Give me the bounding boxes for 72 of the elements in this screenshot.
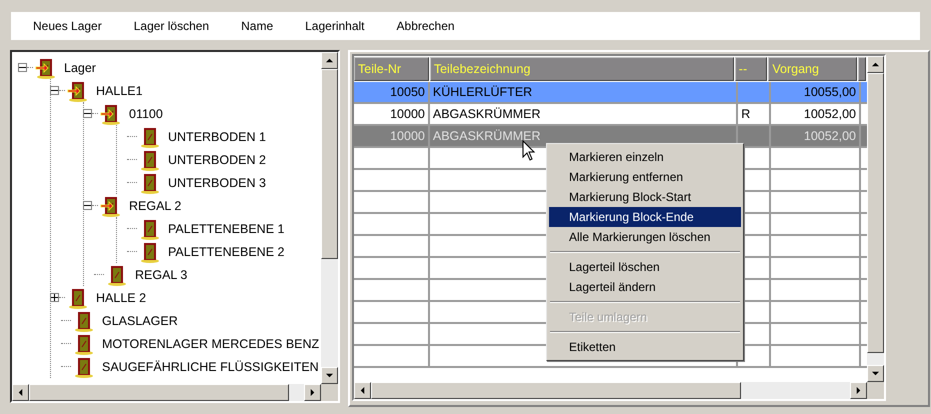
tree-item[interactable]: PALETTENEBENE 2 (167, 244, 286, 258)
door-icon (73, 332, 95, 354)
scroll-right-icon[interactable] (304, 384, 321, 401)
door-arrow-icon (67, 80, 89, 102)
collapse-icon[interactable] (83, 109, 92, 118)
tree-item[interactable]: UNTERBODEN 3 (167, 176, 267, 190)
scroll-down-icon[interactable] (321, 367, 338, 384)
column-header[interactable] (858, 57, 866, 81)
menu-item[interactable]: Markierung entfernen (549, 167, 741, 187)
scrollbar-corner (321, 384, 338, 401)
expand-icon[interactable] (50, 293, 59, 302)
toolbar-button[interactable]: Lager löschen (124, 15, 220, 37)
tree-item[interactable]: GLASLAGER (101, 314, 179, 328)
scroll-right-icon[interactable] (850, 382, 867, 399)
tree-item[interactable]: SAUGEFÄHRLICHE FLÜSSIGKEITEN (101, 360, 320, 374)
tree-item[interactable]: PALETTENEBENE 1 (167, 222, 286, 236)
tree-item[interactable]: UNTERBODEN 1 (167, 130, 267, 144)
table-cell: 10055,00 (771, 82, 862, 104)
tree-item[interactable]: REGAL 2 (128, 198, 182, 212)
menu-item[interactable]: Markieren einzeln (549, 147, 741, 167)
grid-row[interactable]: 10050 KÜHLERLÜFTER 10055,00 (354, 82, 867, 104)
door-icon (139, 148, 161, 170)
menu-item[interactable]: Alle Markierungen löschen (549, 227, 741, 247)
tree-item[interactable]: Lager (63, 60, 97, 74)
scroll-up-icon[interactable] (867, 56, 884, 73)
tree-item[interactable]: REGAL 3 (134, 268, 188, 282)
menu-item[interactable]: Lagerteil löschen (549, 257, 741, 277)
scrollbar-thumb[interactable] (371, 382, 741, 399)
scroll-down-icon[interactable] (867, 365, 884, 382)
door-icon (139, 172, 161, 194)
table-cell (738, 82, 772, 104)
horizontal-scrollbar[interactable] (354, 382, 884, 399)
door-icon (67, 286, 89, 308)
toolbar-button[interactable]: Neues Lager (23, 15, 112, 37)
table-cell: 10000 (354, 126, 430, 148)
door-icon (139, 240, 161, 262)
scroll-up-icon[interactable] (321, 52, 338, 69)
menu-item[interactable]: Lagerteil ändern (549, 277, 741, 297)
table-cell: 10050 (354, 82, 430, 104)
door-icon (139, 218, 161, 240)
tree-item[interactable]: MOTORENLAGER MERCEDES BENZ (101, 336, 320, 350)
tree-item[interactable]: HALLE1 (95, 84, 144, 98)
table-cell: 10052,00 (771, 126, 862, 148)
door-icon (73, 310, 95, 332)
door-icon (73, 356, 95, 378)
table-cell: KÜHLERLÜFTER (430, 82, 738, 104)
scrollbar-thumb[interactable] (321, 69, 338, 259)
menu-item[interactable]: Markierung Block-Ende (549, 207, 741, 227)
door-arrow-icon (35, 56, 57, 78)
collapse-icon[interactable] (50, 86, 59, 95)
collapse-icon[interactable] (83, 201, 92, 210)
scroll-left-icon[interactable] (12, 384, 29, 401)
scrollbar-thumb[interactable] (29, 384, 289, 401)
collapse-icon[interactable] (18, 63, 27, 72)
scrollbar-corner (867, 382, 884, 399)
mouse-cursor-icon (522, 140, 536, 162)
scroll-left-icon[interactable] (354, 382, 371, 399)
toolbar-button[interactable]: Abbrechen (386, 15, 465, 37)
menu-item[interactable]: Markierung Block-Start (549, 187, 741, 207)
tree-item[interactable]: UNTERBODEN 2 (167, 152, 267, 166)
menu-item[interactable]: Etiketten (549, 337, 741, 357)
toolbar-button[interactable]: Lagerinhalt (295, 15, 375, 37)
door-arrow-icon (100, 194, 122, 216)
table-cell (738, 126, 772, 148)
horizontal-scrollbar[interactable] (12, 384, 338, 401)
tree-item[interactable]: 01100 (128, 106, 164, 120)
door-arrow-icon (100, 102, 122, 124)
vertical-scrollbar[interactable] (321, 52, 338, 384)
toolbar-button[interactable]: Name (231, 15, 284, 37)
door-icon (139, 126, 161, 148)
tree-item[interactable]: HALLE 2 (95, 290, 148, 304)
door-icon (106, 264, 128, 286)
